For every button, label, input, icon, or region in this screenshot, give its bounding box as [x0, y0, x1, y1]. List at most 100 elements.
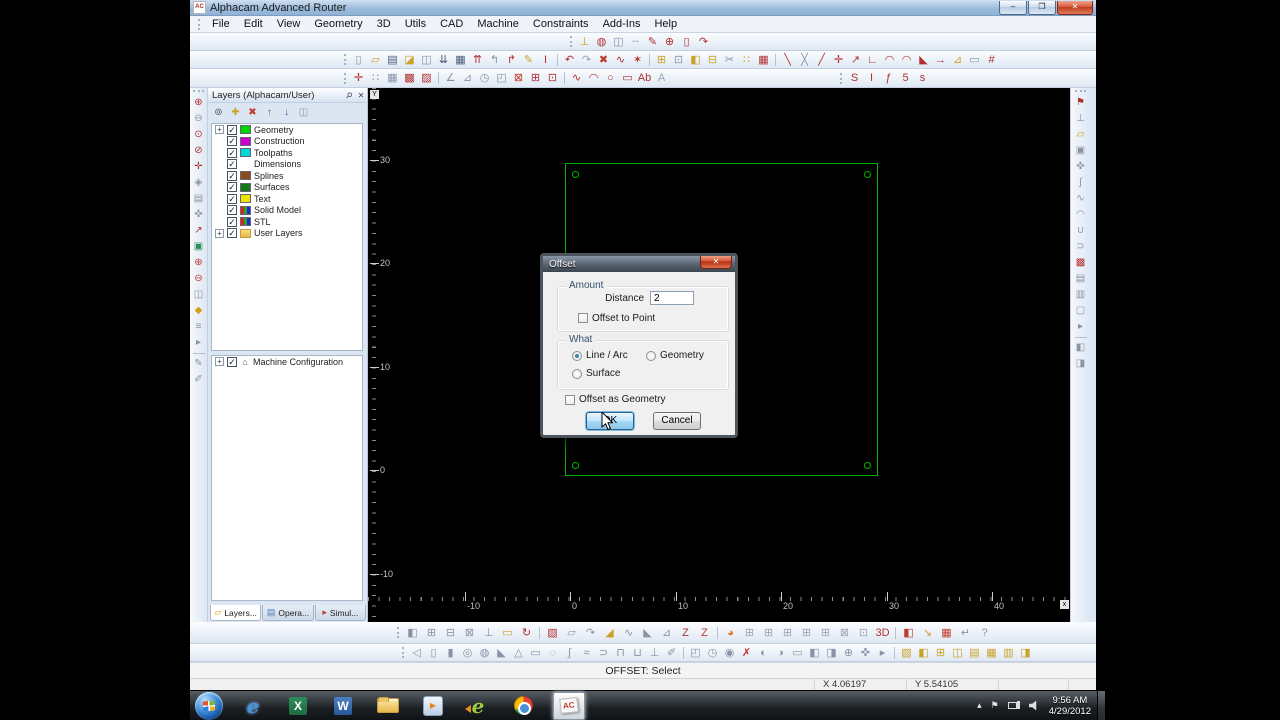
open-file-icon[interactable]: ▱ — [367, 52, 384, 68]
fill-edit-icon[interactable]: ◧ — [687, 52, 704, 68]
add-sheet-icon[interactable]: ⊞ — [527, 70, 544, 86]
taskbar-explorer[interactable] — [373, 693, 403, 719]
zoom-previous-icon[interactable]: ⊖ — [191, 111, 207, 127]
ucs-right-icon[interactable]: ◨ — [1017, 645, 1034, 661]
measure-123-icon[interactable]: # — [983, 52, 1000, 68]
clip-red-icon[interactable]: ◧ — [899, 625, 918, 641]
taskbar-media-player[interactable]: ▸ — [418, 693, 448, 719]
grid-settings-icon[interactable]: ▦ — [384, 70, 401, 86]
menu-3d[interactable]: 3D — [370, 18, 398, 30]
cam-right-icon[interactable]: ◨ — [1073, 356, 1089, 372]
close-panel-icon[interactable]: ✕ — [355, 91, 367, 100]
mesh-top-icon[interactable]: ⊞ — [759, 625, 778, 641]
delete-layer-icon[interactable]: ✖ — [245, 105, 260, 120]
torus-icon[interactable]: ◍ — [476, 645, 493, 661]
drill-tool-icon[interactable]: ⊥ — [1073, 111, 1089, 127]
ucs-pair-icon[interactable]: ◫ — [949, 645, 966, 661]
layer-row-geometry[interactable]: + ✓ Geometry — [212, 124, 362, 136]
angle-box-icon[interactable]: ⊿ — [949, 52, 966, 68]
chamfer-icon[interactable]: ◣ — [915, 52, 932, 68]
layer-checkbox[interactable]: ✓ — [227, 182, 237, 193]
reverse-curve-icon[interactable]: s — [914, 70, 931, 86]
zoom-out-icon[interactable]: ⊖ — [191, 271, 207, 287]
layer-checkbox[interactable]: ✓ — [227, 216, 237, 227]
layer-color-swatch[interactable] — [240, 217, 251, 227]
extend-line-icon[interactable]: ↗ — [847, 52, 864, 68]
arc-icon[interactable]: ◠ — [585, 70, 602, 86]
pattern-grid-icon[interactable]: ▦ — [755, 52, 772, 68]
line-divide-icon[interactable]: ╱ — [813, 52, 830, 68]
set-square-icon[interactable]: ⊿ — [459, 70, 476, 86]
contour-icon[interactable]: ∿ — [1073, 191, 1089, 207]
text-ab-icon[interactable]: Ab — [636, 70, 653, 86]
solid-cylinder-icon[interactable]: ▮ — [442, 645, 459, 661]
shell-icon[interactable]: ◌ — [544, 645, 561, 661]
zoom-area-icon[interactable]: ⊕ — [661, 34, 678, 50]
return-op-icon[interactable]: ↵ — [956, 625, 975, 641]
flag-marker-icon[interactable]: ⚑ — [1073, 95, 1089, 111]
layer-checkbox[interactable]: ✓ — [227, 159, 237, 170]
layer-color-swatch[interactable] — [240, 160, 251, 169]
tool-folder-icon[interactable]: ▱ — [1073, 127, 1089, 143]
view-left-icon[interactable]: ◧ — [806, 645, 823, 661]
layer-up-icon[interactable]: ↑ — [262, 105, 277, 120]
taskbar-green-e[interactable]: e — [463, 693, 493, 719]
cam-window-icon[interactable]: ▨ — [418, 70, 435, 86]
hatch-circle-icon[interactable]: ◍ — [593, 34, 610, 50]
nc-doc-icon[interactable]: ▢ — [1073, 303, 1089, 319]
cam-left-icon[interactable]: ◧ — [1073, 340, 1089, 356]
layer-color-swatch[interactable] — [240, 205, 251, 215]
arc-move-icon[interactable]: ◠ — [1073, 207, 1089, 223]
tool-list-icon[interactable]: ▥ — [1073, 287, 1089, 303]
solid-intersect-icon[interactable]: ⊠ — [460, 625, 479, 641]
op-list-icon[interactable]: ▤ — [1073, 271, 1089, 287]
layer-color-swatch[interactable] — [240, 136, 251, 146]
taskbar-clock[interactable]: 9:56 AM 4/29/2012 — [1043, 695, 1097, 717]
cylinder-icon[interactable]: ▯ — [425, 645, 442, 661]
goto-sheet-icon[interactable]: ⊡ — [544, 70, 561, 86]
layer-color-swatch[interactable] — [240, 194, 251, 204]
layer-row-user-layers[interactable]: + ✓ User Layers — [212, 228, 362, 240]
next-view-icon[interactable]: ▸ — [874, 645, 891, 661]
layer-color-swatch[interactable] — [240, 171, 251, 181]
menu-machine[interactable]: Machine — [470, 18, 526, 30]
wave-surface-icon[interactable]: ∿ — [619, 625, 638, 641]
simulate-icon[interactable]: ▩ — [1073, 255, 1089, 271]
send-right-icon[interactable]: ↱ — [503, 52, 520, 68]
taskbar-start[interactable] — [195, 691, 223, 720]
layer-row-construction[interactable]: ✓ Construction — [212, 136, 362, 148]
ucs-hatch-icon[interactable]: ▧ — [898, 645, 915, 661]
expand-icon[interactable]: + — [215, 357, 224, 367]
ucs-cols-icon[interactable]: ▥ — [1000, 645, 1017, 661]
zoom-view-icon[interactable]: ⊕ — [840, 645, 857, 661]
pocket-icon[interactable]: ∪ — [1073, 223, 1089, 239]
show-desktop-button[interactable] — [1097, 690, 1105, 720]
geometry-radio[interactable] — [646, 351, 656, 361]
expand-strip-icon[interactable]: ▸ — [191, 335, 207, 351]
layer-color-swatch[interactable] — [240, 182, 251, 192]
lead-in-icon[interactable]: ∫ — [1073, 175, 1089, 191]
fillet-corner-icon[interactable]: ◠ — [898, 52, 915, 68]
line-arc-radio[interactable] — [572, 351, 582, 361]
spline-curve-icon[interactable]: S — [846, 70, 863, 86]
join-node-icon[interactable]: ∿ — [612, 52, 629, 68]
panel-tab-layers[interactable]: ▱ Layers... — [210, 605, 262, 621]
delete-sheet-icon[interactable]: ⊠ — [510, 70, 527, 86]
mesh-iso-icon[interactable]: ⊞ — [797, 625, 816, 641]
menu-file[interactable]: File — [205, 18, 237, 30]
mesh-cut-icon[interactable]: ⊠ — [835, 625, 854, 641]
compass-icon[interactable]: ◷ — [476, 70, 493, 86]
taskbar-chrome[interactable] — [508, 693, 538, 719]
find-layer-icon[interactable]: ⊚ — [211, 105, 226, 120]
copy-drawing-icon[interactable]: ◫ — [418, 52, 435, 68]
tray-action-flag-icon[interactable]: ⚑ — [991, 700, 999, 711]
taskbar-excel[interactable]: X — [283, 693, 313, 719]
text-styles-icon[interactable]: A — [653, 70, 670, 86]
z-level-icon[interactable]: Z — [695, 625, 714, 641]
view-clock-icon[interactable]: ◷ — [704, 645, 721, 661]
corner-snap-icon[interactable]: ∟ — [864, 52, 881, 68]
pan-view-icon[interactable]: ↷ — [695, 34, 712, 50]
layer-checkbox[interactable]: ✓ — [227, 228, 237, 239]
layer-row-dimensions[interactable]: ✓ Dimensions — [212, 159, 362, 171]
z-contour-icon[interactable]: Z — [676, 625, 695, 641]
